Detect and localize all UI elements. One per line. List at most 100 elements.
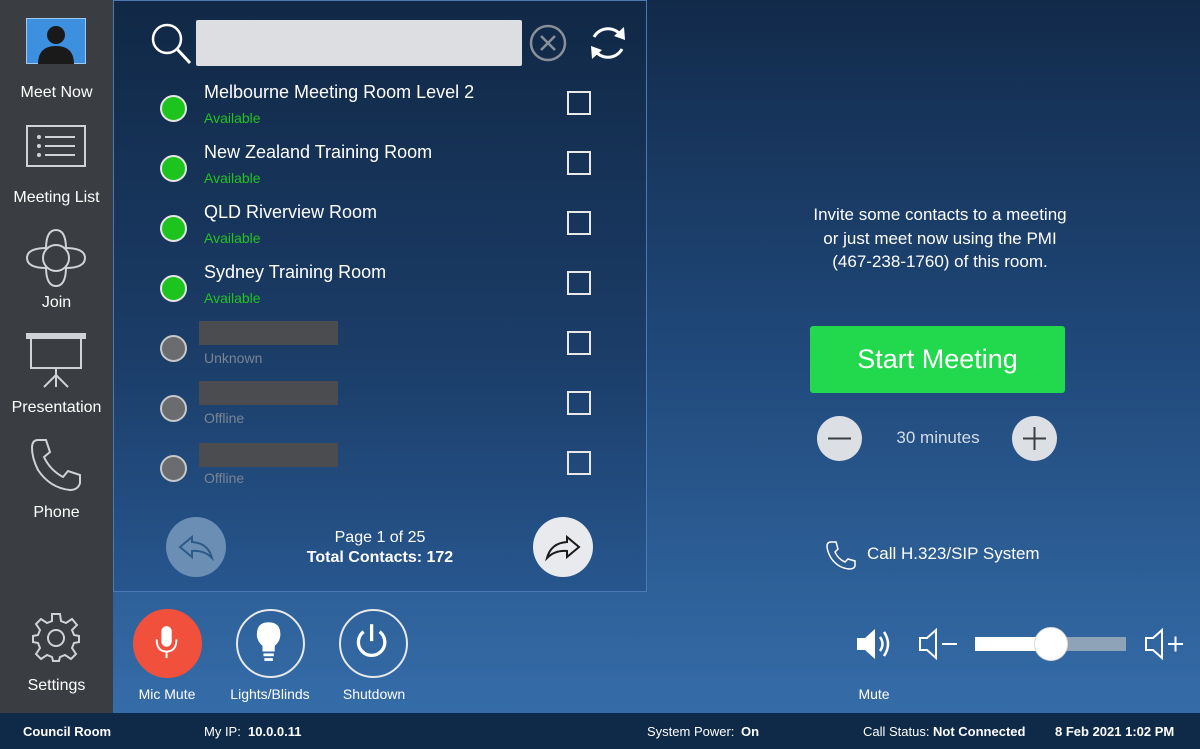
contact-checkbox[interactable] (567, 211, 591, 235)
sidebar-item-settings[interactable]: Settings (0, 600, 113, 705)
contact-checkbox[interactable] (567, 391, 591, 415)
shutdown-label: Shutdown (342, 686, 406, 702)
volume-up-icon[interactable] (1143, 628, 1185, 660)
lights-blinds-label: Lights/Blinds (230, 686, 310, 702)
mic-mute-label: Mic Mute (138, 686, 196, 702)
invite-line: or just meet now using the PMI (823, 228, 1057, 248)
sidebar-item-label: Phone (33, 504, 80, 521)
contact-status: Offline (204, 470, 245, 486)
sidebar-item-label: Settings (27, 677, 86, 694)
redacted-name (199, 443, 338, 467)
sidebar-item-label: Join (41, 294, 72, 311)
contact-row[interactable]: Unknown (114, 316, 646, 376)
projector-screen-icon (26, 333, 86, 388)
call-status-value: Not Connected (933, 724, 1026, 739)
join-icon (25, 228, 87, 288)
sidebar-item-meeting-list[interactable]: Meeting List (0, 105, 113, 210)
plus-icon (1023, 427, 1046, 450)
contact-row[interactable]: Melbourne Meeting Room Level 2 Available (114, 76, 646, 136)
person-icon (26, 18, 86, 64)
mute-label: Mute (858, 686, 890, 702)
call-sip-label: Call H.323/SIP System (867, 544, 1040, 563)
clear-search-icon[interactable] (528, 23, 568, 63)
contact-checkbox[interactable] (567, 151, 591, 175)
mic-mute-button[interactable] (133, 609, 202, 678)
phone-icon (826, 541, 856, 570)
volume-down-icon[interactable] (917, 628, 959, 660)
decrease-duration-button[interactable] (817, 416, 862, 461)
invite-line: (467-238-1760) of this room. (832, 252, 1048, 271)
status-dot (160, 455, 187, 482)
contact-checkbox[interactable] (567, 331, 591, 355)
contact-row[interactable]: QLD Riverview Room Available (114, 196, 646, 256)
status-dot (160, 335, 187, 362)
contact-name: Melbourne Meeting Room Level 2 (204, 82, 475, 102)
gear-icon (32, 613, 80, 662)
redacted-name (199, 321, 338, 345)
list-icon (26, 125, 86, 167)
power-icon (356, 624, 387, 658)
contacts-panel: Melbourne Meeting Room Level 2 Available… (113, 0, 647, 592)
contact-row[interactable]: Sydney Training Room Available (114, 256, 646, 316)
speaker-mute-icon[interactable] (854, 626, 894, 662)
call-status-label: Call Status: (863, 724, 930, 739)
status-dot (160, 395, 187, 422)
contact-status: Available (204, 110, 261, 126)
increase-duration-button[interactable] (1012, 416, 1057, 461)
next-page-button[interactable] (533, 517, 593, 577)
contact-status: Offline (204, 410, 245, 426)
date-time: 8 Feb 2021 1:02 PM (1055, 724, 1175, 739)
sidebar-item-phone[interactable]: Phone (0, 420, 113, 525)
invite-message: Invite some contacts to a meeting or jus… (740, 203, 1140, 274)
total-contacts: Total Contacts: 172 (306, 549, 454, 566)
contact-name: New Zealand Training Room (204, 142, 433, 162)
refresh-icon[interactable] (586, 21, 630, 65)
contact-name: Sydney Training Room (204, 262, 387, 282)
minus-icon (828, 437, 851, 440)
shutdown-button[interactable] (339, 609, 408, 678)
status-dot (160, 95, 187, 122)
back-arrow-icon (178, 534, 214, 562)
status-dot (160, 215, 187, 242)
call-sip-button[interactable]: Call H.323/SIP System (824, 538, 1084, 570)
contact-row[interactable]: New Zealand Training Room Available (114, 136, 646, 196)
lights-blinds-button[interactable] (236, 609, 305, 678)
pagination-info: Page 1 of 25 Total Contacts: 172 (264, 528, 496, 568)
search-icon[interactable] (150, 21, 194, 67)
contact-checkbox[interactable] (567, 451, 591, 475)
forward-arrow-icon (545, 534, 581, 562)
phone-icon (30, 439, 81, 492)
contact-status: Available (204, 170, 261, 186)
sidebar-item-label: Meeting List (13, 189, 100, 206)
system-power-value: On (741, 724, 760, 739)
meeting-duration: 30 minutes (896, 428, 980, 447)
microphone-icon (155, 626, 178, 659)
sidebar-item-presentation[interactable]: Presentation (0, 315, 113, 420)
contact-checkbox[interactable] (567, 271, 591, 295)
invite-line: Invite some contacts to a meeting (813, 205, 1067, 224)
status-dot (160, 275, 187, 302)
contact-status: Available (204, 290, 261, 306)
sidebar-item-join[interactable]: Join (0, 210, 113, 315)
contact-status: Unknown (204, 350, 263, 366)
sidebar: Meet Now Meeting List Join Presentation … (0, 0, 113, 713)
search-input[interactable] (196, 20, 522, 66)
redacted-name (199, 381, 338, 405)
sidebar-item-label: Meet Now (20, 84, 93, 101)
start-meeting-button[interactable]: Start Meeting (810, 326, 1065, 393)
contact-row[interactable]: Offline (114, 436, 646, 496)
ip-value: 10.0.0.11 (248, 724, 302, 739)
light-bulb-icon (256, 622, 281, 661)
contact-name: QLD Riverview Room (204, 202, 378, 222)
contact-checkbox[interactable] (567, 91, 591, 115)
ip-label: My IP: (204, 724, 241, 739)
status-dot (160, 155, 187, 182)
status-bar: Council Room My IP: 10.0.0.11 System Pow… (0, 713, 1200, 749)
sidebar-item-label: Presentation (11, 399, 102, 416)
page-number: Page 1 of 25 (334, 529, 426, 546)
volume-slider[interactable] (975, 627, 1126, 661)
sidebar-item-meet-now[interactable]: Meet Now (0, 0, 113, 105)
volume-thumb[interactable] (1033, 627, 1068, 661)
previous-page-button[interactable] (166, 517, 226, 577)
contact-row[interactable]: Offline (114, 376, 646, 436)
